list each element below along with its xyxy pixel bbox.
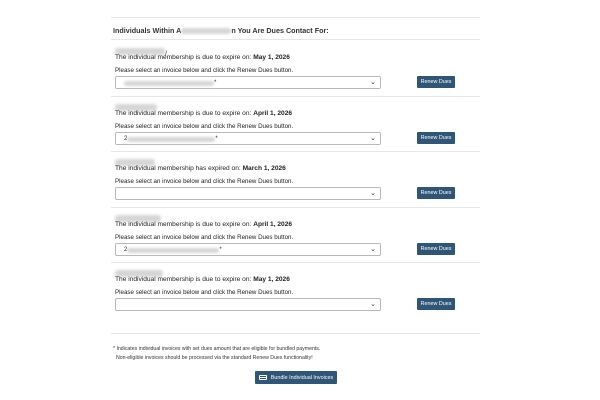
redacted-invoice [127, 247, 220, 253]
redacted-organization-name [181, 28, 232, 35]
invoice-selected-value: 2 * [124, 136, 218, 142]
chevron-down-icon: ⌄ [370, 79, 376, 86]
member-name [115, 99, 157, 112]
renew-dues-button[interactable]: Renew Dues [417, 187, 455, 199]
member-name [115, 210, 161, 223]
status-text: The individual membership is due to expi… [115, 54, 252, 61]
invoice-select[interactable]: * ⌄ [115, 76, 381, 89]
expiration-date: April 1, 2026 [253, 110, 293, 117]
redacted-invoice [127, 136, 216, 142]
member-block: The individual membership is due to expi… [111, 210, 480, 266]
invoice-select[interactable]: 2 * ⌄ [115, 132, 381, 145]
member-block: The individual membership is due to expi… [111, 99, 480, 155]
invoice-select[interactable]: ⌄ [115, 187, 381, 200]
status-text: The individual membership is due to expi… [115, 110, 252, 117]
redacted-invoice [124, 80, 214, 86]
renew-dues-button[interactable]: Renew Dues [417, 298, 455, 310]
membership-status: The individual membership is due to expi… [115, 276, 290, 283]
credit-card-icon [258, 375, 267, 380]
membership-status: The individual membership is due to expi… [115, 110, 292, 117]
bundled-payment-footnote: * Indicates individual invoices with set… [113, 346, 321, 352]
bundle-button-label: Bundle Individual Invoices [270, 374, 334, 381]
status-text: The individual membership is due to expi… [115, 221, 252, 228]
invoice-value-suffix: * [214, 80, 217, 86]
invoice-value-suffix: * [215, 136, 218, 142]
dues-contact-page: Individuals Within A n You Are Dues Conta… [0, 0, 600, 400]
top-divider [111, 17, 480, 18]
member-name [115, 265, 163, 278]
member-name [115, 154, 155, 167]
renew-dues-button[interactable]: Renew Dues [417, 243, 455, 255]
member-name: / [115, 43, 167, 58]
bottom-divider [111, 333, 480, 334]
status-text: The individual membership has expired on… [115, 165, 241, 172]
chevron-down-icon: ⌄ [370, 135, 376, 142]
invoice-select[interactable]: ⌄ [115, 298, 381, 311]
expiration-date: May 1, 2026 [253, 276, 290, 283]
member-divider [111, 207, 480, 208]
instruction-text: Please select an invoice below and click… [115, 178, 294, 185]
member-block: The individual membership has expired on… [111, 154, 480, 210]
membership-status: The individual membership has expired on… [115, 165, 286, 172]
expiration-date: April 1, 2026 [253, 221, 293, 228]
invoice-select[interactable]: 2 * ⌄ [115, 243, 381, 256]
renew-dues-button[interactable]: Renew Dues [417, 132, 455, 144]
member-divider [111, 262, 480, 263]
instruction-text: Please select an invoice below and click… [115, 289, 294, 296]
instruction-text: Please select an invoice below and click… [115, 67, 294, 74]
invoice-value-suffix: * [219, 247, 222, 253]
membership-status: The individual membership is due to expi… [115, 54, 290, 61]
non-eligible-footnote: Non-eligible invoices should be processe… [116, 355, 313, 361]
member-divider [111, 151, 480, 152]
instruction-text: Please select an invoice below and click… [115, 234, 294, 241]
member-block: The individual membership is due to expi… [111, 265, 480, 321]
renew-dues-button[interactable]: Renew Dues [417, 76, 455, 88]
member-block: / The individual membership is due to ex… [111, 43, 480, 99]
heading-prefix: Individuals Within A [113, 26, 182, 35]
heading-divider [111, 39, 480, 40]
membership-status: The individual membership is due to expi… [115, 221, 292, 228]
invoice-selected-value: 2 * [124, 247, 222, 253]
instruction-text: Please select an invoice below and click… [115, 123, 294, 130]
section-heading: Individuals Within A n You Are Dues Conta… [113, 26, 329, 35]
chevron-down-icon: ⌄ [370, 301, 376, 308]
member-divider [111, 96, 480, 97]
chevron-down-icon: ⌄ [370, 246, 376, 253]
expiration-date: May 1, 2026 [253, 54, 290, 61]
status-text: The individual membership is due to expi… [115, 276, 252, 283]
bundle-invoices-button[interactable]: Bundle Individual Invoices [255, 371, 337, 384]
heading-suffix: n You Are Dues Contact For: [231, 26, 329, 35]
chevron-down-icon: ⌄ [370, 190, 376, 197]
invoice-selected-value: * [124, 80, 216, 86]
expiration-date: March 1, 2026 [242, 165, 286, 172]
